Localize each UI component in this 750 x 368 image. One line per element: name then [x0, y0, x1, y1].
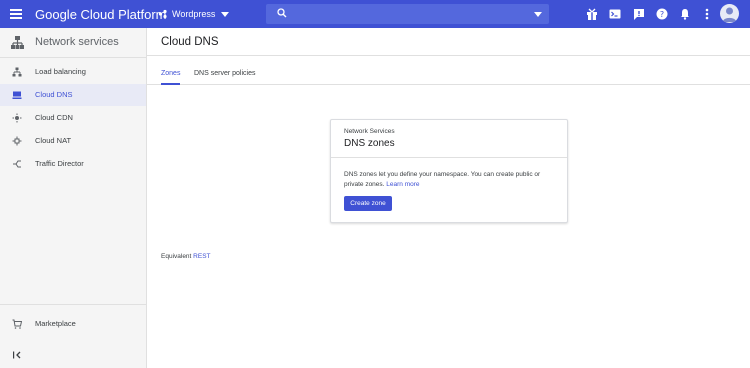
sidebar-item-cloud-dns[interactable]: Cloud DNS [0, 84, 146, 106]
traffic-director-icon [13, 160, 21, 168]
sidebar-item-label: Cloud DNS [35, 90, 73, 99]
card-description-text: DNS zones let you define your namespace.… [344, 171, 541, 188]
terminal-icon[interactable] [608, 7, 622, 21]
more-vert-icon[interactable] [700, 7, 714, 21]
learn-more-link[interactable]: Learn more [386, 181, 419, 188]
dns-zones-card: Network Services DNS zones DNS zones let… [330, 119, 568, 223]
avatar[interactable] [720, 4, 739, 23]
equivalent-rest: Equivalent REST [161, 253, 211, 260]
sidebar-item-label: Cloud CDN [35, 113, 73, 122]
card-divider [331, 157, 567, 158]
project-name: Wordpress [172, 9, 216, 19]
search-icon [277, 8, 287, 18]
network-services-icon [11, 36, 24, 49]
equivalent-label: Equivalent [161, 253, 192, 260]
load-balancing-icon [12, 67, 22, 77]
page-header: Cloud DNS [147, 28, 750, 56]
gift-icon[interactable] [585, 7, 599, 21]
card-description: DNS zones let you define your namespace.… [344, 170, 559, 190]
rest-link[interactable]: REST [193, 253, 210, 260]
project-dots-icon [158, 9, 167, 19]
nav-title: Network services [35, 36, 119, 48]
search-dropdown-icon[interactable] [534, 12, 542, 17]
sidebar-item-label: Load balancing [35, 67, 86, 76]
page-title: Cloud DNS [161, 36, 219, 48]
sidebar-item-traffic-director[interactable]: Traffic Director [0, 153, 146, 175]
sidebar-item-cloud-nat[interactable]: Cloud NAT [0, 130, 146, 152]
sidebar-item-load-balancing[interactable]: Load balancing [0, 61, 146, 83]
collapse-nav-icon[interactable] [12, 350, 22, 360]
help-icon[interactable]: ? [655, 7, 669, 21]
product-name[interactable]: Google Cloud Platform [35, 7, 167, 22]
tab-dns-server-policies[interactable]: DNS server policies [194, 70, 255, 85]
search-input[interactable] [294, 6, 524, 22]
top-app-bar: Google Cloud Platform Wordpress ? [0, 0, 750, 28]
tab-zones[interactable]: Zones [161, 70, 181, 85]
card-eyebrow: Network Services [344, 128, 395, 135]
chevron-down-icon [221, 11, 230, 17]
left-nav: Network services Load balancing Cloud DN… [0, 28, 147, 368]
sidebar-item-marketplace[interactable]: Marketplace [0, 313, 146, 335]
sidebar-item-label: Traffic Director [35, 159, 84, 168]
menu-icon[interactable] [10, 9, 22, 19]
sidebar-item-cloud-cdn[interactable]: Cloud CDN [0, 107, 146, 129]
nav-header: Network services [0, 28, 146, 58]
nav-divider [0, 304, 146, 305]
svg-text:?: ? [660, 10, 664, 19]
marketplace-icon [12, 319, 22, 329]
create-zone-button[interactable]: Create zone [344, 196, 392, 211]
notifications-icon[interactable] [678, 7, 692, 21]
cdn-icon [12, 113, 22, 123]
card-heading: DNS zones [344, 138, 395, 149]
search-bar[interactable] [266, 4, 549, 24]
account-icon [722, 7, 737, 22]
tab-bar: Zones DNS server policies [147, 63, 750, 85]
sidebar-item-label: Cloud NAT [35, 136, 72, 145]
sidebar-item-label: Marketplace [35, 319, 76, 328]
dns-icon [12, 91, 22, 99]
nat-icon [12, 136, 22, 146]
help-feedback-icon[interactable] [632, 7, 646, 21]
project-selector[interactable]: Wordpress [158, 5, 230, 23]
